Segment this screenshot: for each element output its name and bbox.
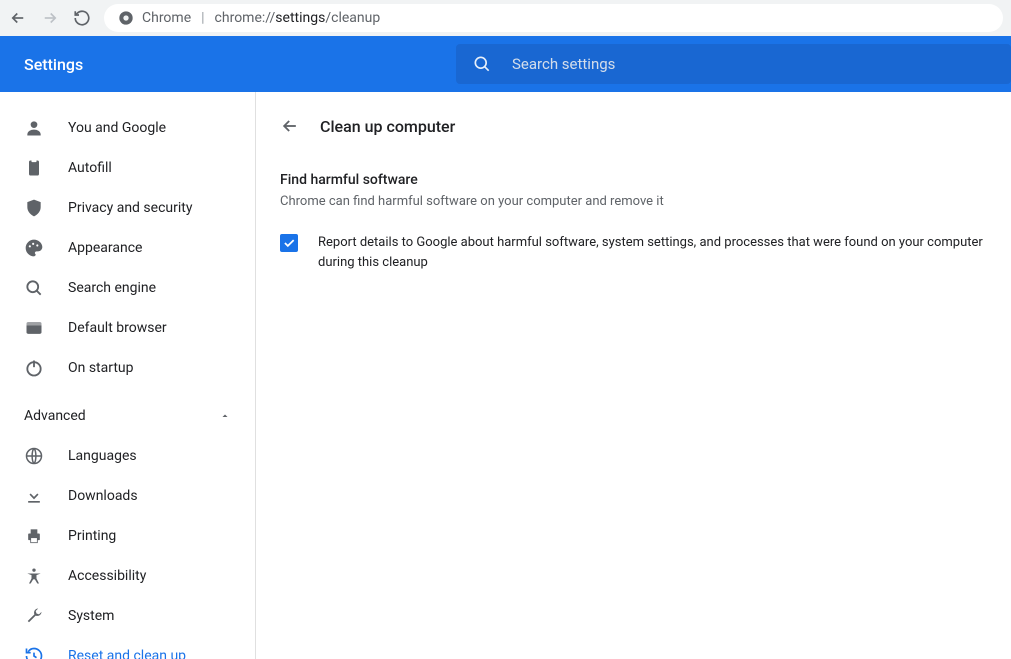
report-checkbox-row: Report details to Google about harmful s… bbox=[280, 233, 1011, 272]
search-icon bbox=[24, 278, 44, 298]
print-icon bbox=[24, 526, 44, 546]
main-panel: Clean up computer Find harmful software … bbox=[256, 92, 1011, 659]
sidebar-item-default-browser[interactable]: Default browser bbox=[0, 308, 247, 348]
palette-icon bbox=[24, 238, 44, 258]
chevron-up-icon bbox=[219, 410, 231, 422]
wrench-icon bbox=[24, 606, 44, 626]
section-title: Find harmful software bbox=[280, 172, 1011, 188]
sidebar-item-label: Reset and clean up bbox=[68, 648, 186, 659]
url-separator: | bbox=[201, 10, 204, 26]
sidebar-item-label: Accessibility bbox=[68, 568, 146, 584]
settings-header: Settings bbox=[0, 36, 1011, 92]
sidebar-item-reset-and-clean-up[interactable]: Reset and clean up bbox=[0, 636, 247, 659]
page-back-button[interactable] bbox=[280, 116, 300, 136]
browser-toolbar: Chrome | chrome://settings/cleanup bbox=[0, 0, 1011, 36]
power-icon bbox=[24, 358, 44, 378]
sidebar-item-system[interactable]: System bbox=[0, 596, 247, 636]
search-icon bbox=[472, 54, 492, 74]
url-host-label: Chrome bbox=[142, 10, 191, 26]
advanced-label: Advanced bbox=[24, 408, 86, 424]
sidebar-item-label: Appearance bbox=[68, 240, 142, 256]
sidebar-item-label: Privacy and security bbox=[68, 200, 192, 216]
back-button[interactable] bbox=[8, 8, 28, 28]
sidebar-item-label: Autofill bbox=[68, 160, 112, 176]
sidebar-item-privacy-and-security[interactable]: Privacy and security bbox=[0, 188, 247, 228]
sidebar-item-search-engine[interactable]: Search engine bbox=[0, 268, 247, 308]
sidebar-item-on-startup[interactable]: On startup bbox=[0, 348, 247, 388]
sidebar-item-autofill[interactable]: Autofill bbox=[0, 148, 247, 188]
sidebar-item-label: Languages bbox=[68, 448, 137, 464]
sidebar-item-label: Printing bbox=[68, 528, 116, 544]
sidebar: You and Google Autofill Privacy and securi… bbox=[0, 92, 256, 659]
download-icon bbox=[24, 486, 44, 506]
chrome-icon bbox=[118, 10, 134, 26]
address-bar[interactable]: Chrome | chrome://settings/cleanup bbox=[104, 4, 1003, 32]
browser-icon bbox=[24, 318, 44, 338]
sidebar-item-label: Default browser bbox=[68, 320, 167, 336]
sidebar-item-downloads[interactable]: Downloads bbox=[0, 476, 247, 516]
reload-button[interactable] bbox=[72, 8, 92, 28]
url-text: chrome://settings/cleanup bbox=[215, 10, 381, 26]
search-container[interactable] bbox=[456, 44, 1011, 84]
sidebar-item-label: System bbox=[68, 608, 114, 624]
sidebar-item-languages[interactable]: Languages bbox=[0, 436, 247, 476]
autofill-icon bbox=[24, 158, 44, 178]
sidebar-item-accessibility[interactable]: Accessibility bbox=[0, 556, 247, 596]
sidebar-item-label: You and Google bbox=[68, 120, 166, 136]
search-input[interactable] bbox=[512, 55, 995, 73]
page-header: Clean up computer bbox=[280, 116, 1011, 136]
section-description: Chrome can find harmful software on your… bbox=[280, 194, 1011, 209]
sidebar-item-label: On startup bbox=[68, 360, 134, 376]
sidebar-item-appearance[interactable]: Appearance bbox=[0, 228, 247, 268]
globe-icon bbox=[24, 446, 44, 466]
shield-icon bbox=[24, 198, 44, 218]
page-title: Clean up computer bbox=[320, 117, 455, 136]
report-checkbox[interactable] bbox=[280, 234, 298, 252]
sidebar-item-label: Downloads bbox=[68, 488, 138, 504]
sidebar-item-printing[interactable]: Printing bbox=[0, 516, 247, 556]
sidebar-item-label: Search engine bbox=[68, 280, 156, 296]
restore-icon bbox=[24, 646, 44, 659]
sidebar-section-advanced[interactable]: Advanced bbox=[0, 396, 255, 436]
person-icon bbox=[24, 118, 44, 138]
sidebar-item-you-and-google[interactable]: You and Google bbox=[0, 108, 247, 148]
app-title: Settings bbox=[0, 55, 456, 74]
report-checkbox-label: Report details to Google about harmful s… bbox=[318, 233, 1011, 272]
forward-button[interactable] bbox=[40, 8, 60, 28]
accessibility-icon bbox=[24, 566, 44, 586]
